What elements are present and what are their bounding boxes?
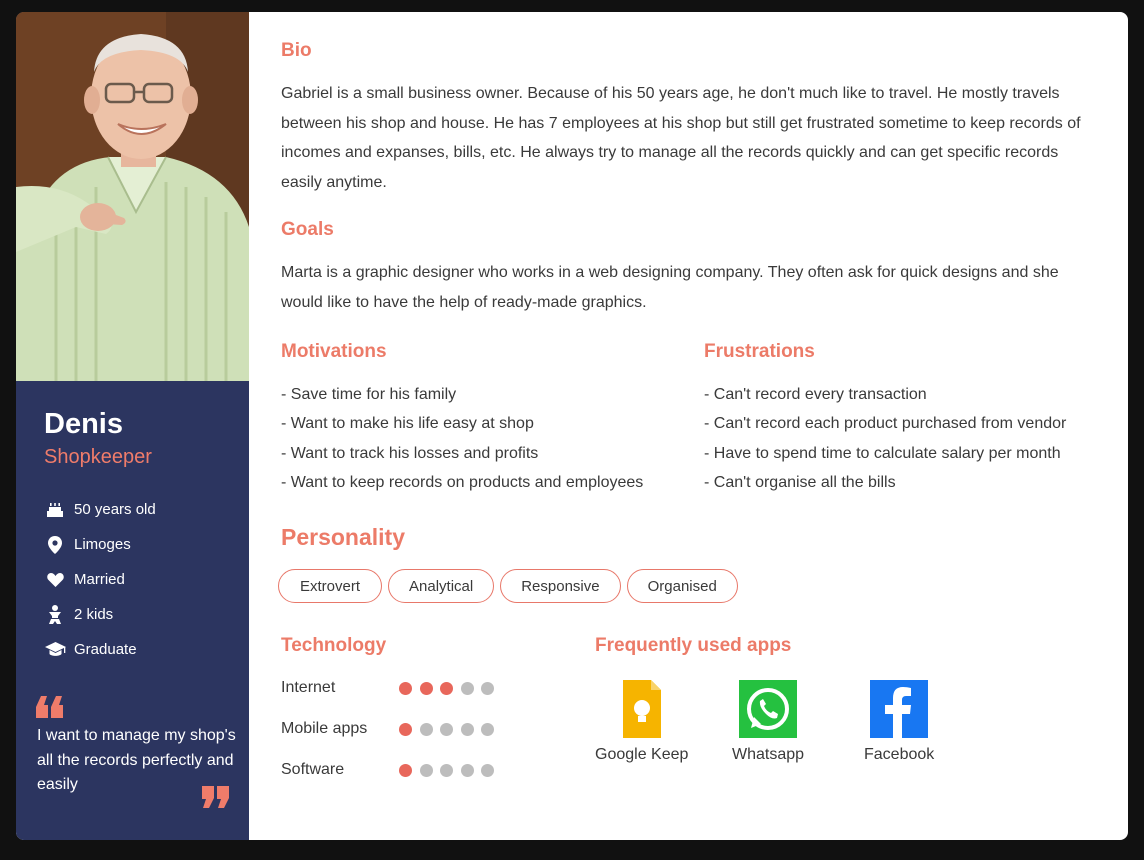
app-label: Facebook <box>864 746 935 763</box>
kids-icon <box>44 605 66 625</box>
fact-education: Graduate <box>44 632 156 667</box>
heart-icon <box>44 570 66 590</box>
fact-marital-status: Married <box>44 562 156 597</box>
apps-title: Frequently used apps <box>595 635 792 656</box>
location-pin-icon <box>44 535 66 555</box>
frustrations-list: - Can't record every transaction - Can't… <box>704 380 1066 497</box>
motivations-list: - Save time for his family - Want to mak… <box>281 380 643 497</box>
technology-label: Internet <box>281 679 336 696</box>
app-whatsapp: Whatsapp <box>732 680 804 764</box>
bio-text: Gabriel is a small business owner. Becau… <box>281 85 1081 191</box>
goals-text: Marta is a graphic designer who works in… <box>281 264 1059 311</box>
personality-tag: Responsive <box>500 569 621 603</box>
technology-row: Internet <box>281 679 502 697</box>
technology-rating <box>399 763 502 777</box>
google-keep-icon <box>613 680 671 738</box>
fact-location: Limoges <box>44 527 156 562</box>
rating-dot-filled <box>419 681 433 695</box>
goals-title: Goals <box>281 219 334 240</box>
whatsapp-icon <box>739 680 798 738</box>
fact-kids: 2 kids <box>44 597 156 632</box>
cake-icon <box>44 500 66 520</box>
personality-tags: Extrovert Analytical Responsive Organise… <box>278 569 744 603</box>
list-item: - Save time for his family <box>281 386 457 403</box>
technology-title: Technology <box>281 635 387 656</box>
rating-dot-empty <box>440 763 453 777</box>
list-item: - Have to spend time to calculate salary… <box>704 444 1061 462</box>
rating-dot-empty <box>460 681 474 695</box>
technology-row: Mobile apps <box>281 720 502 738</box>
list-item: - Can't organise all the bills <box>704 473 896 491</box>
app-google-keep: Google Keep <box>595 680 688 764</box>
fact-text: 50 years old <box>74 501 156 518</box>
app-label: Whatsapp <box>732 746 805 763</box>
list-item: - Want to keep records on products and e… <box>281 473 644 491</box>
rating-dot-empty <box>419 763 433 777</box>
rating-dot-filled <box>399 722 412 736</box>
app-label: Google Keep <box>595 746 689 763</box>
list-item: - Want to track his losses and profits <box>281 444 539 462</box>
list-item: - Want to make his life easy at shop <box>281 415 534 433</box>
rating-dot-empty <box>419 722 433 736</box>
fact-text: Limoges <box>74 536 131 553</box>
rating-dot-empty <box>460 763 474 777</box>
personality-tag: Organised <box>626 569 738 603</box>
facebook-icon <box>870 680 929 738</box>
list-item: - Can't record every transaction <box>704 386 927 403</box>
persona-photo <box>16 12 249 381</box>
quote-close-icon <box>202 786 230 815</box>
rating-dot-empty <box>460 722 474 736</box>
personality-tag: Analytical <box>388 569 495 603</box>
fact-text: 2 kids <box>74 606 114 623</box>
personality-title: Personality <box>281 524 405 550</box>
persona-facts: 50 years old Limoges Married 2 kids Grad… <box>44 492 156 667</box>
technology-row: Software <box>281 761 502 779</box>
rating-dot-empty <box>481 722 494 736</box>
persona-name: Denis <box>44 408 123 440</box>
fact-age: 50 years old <box>44 492 156 527</box>
rating-dot-filled <box>440 681 453 695</box>
quote-open-icon <box>36 694 64 723</box>
frustrations-title: Frustrations <box>704 341 815 362</box>
app-facebook: Facebook <box>864 680 934 764</box>
fact-text: Married <box>74 571 125 588</box>
rating-dot-filled <box>399 681 412 695</box>
technology-rating <box>399 722 502 736</box>
rating-dot-empty <box>440 722 453 736</box>
rating-dot-empty <box>481 681 494 695</box>
persona-sidebar: Denis Shopkeeper 50 years old Limoges Ma… <box>16 12 249 840</box>
motivations-title: Motivations <box>281 341 387 362</box>
persona-main: Bio Gabriel is a small business owner. B… <box>249 12 1128 840</box>
list-item: - Can't record each product purchased fr… <box>704 415 1067 433</box>
bio-title: Bio <box>281 40 312 61</box>
technology-rating <box>399 681 502 695</box>
persona-role: Shopkeeper <box>44 446 152 468</box>
rating-dot-filled <box>399 763 412 777</box>
technology-label: Mobile apps <box>281 720 368 737</box>
personality-tag: Extrovert <box>278 569 383 603</box>
rating-dot-empty <box>481 763 494 777</box>
fact-text: Graduate <box>74 641 137 658</box>
graduation-cap-icon <box>44 640 66 660</box>
persona-card: Denis Shopkeeper 50 years old Limoges Ma… <box>16 12 1128 840</box>
technology-label: Software <box>281 761 345 778</box>
